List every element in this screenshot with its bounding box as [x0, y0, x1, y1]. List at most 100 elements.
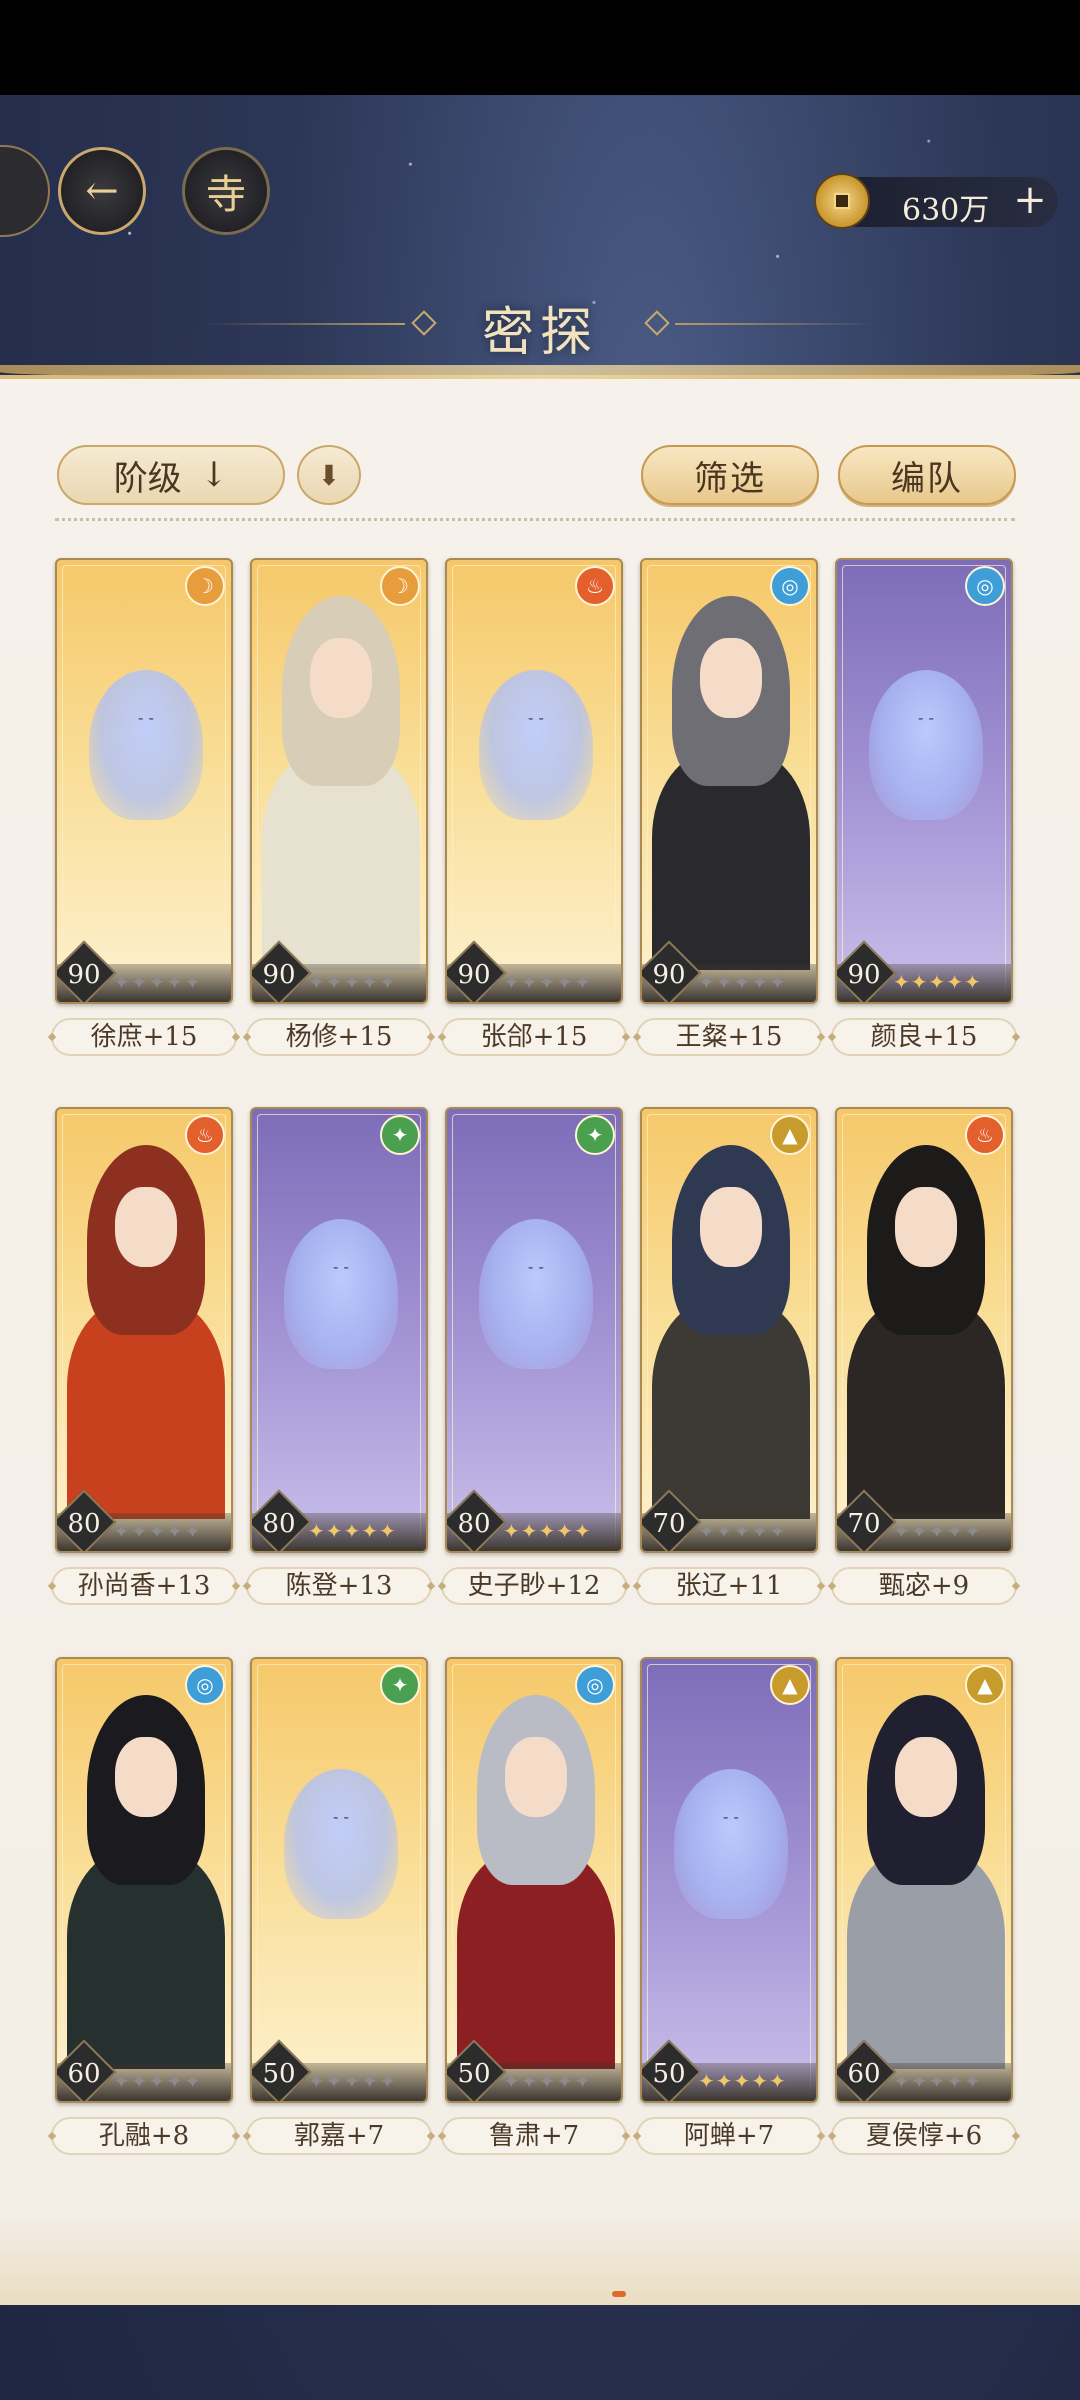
earth-element-icon: ▲	[965, 1665, 1005, 1705]
panel-bottom-decoration	[0, 2215, 1080, 2305]
sort-by-rank-button[interactable]: 阶级 ↓	[57, 445, 285, 505]
team-button[interactable]: 编队	[838, 445, 1016, 505]
character-name: 郭嘉+7	[246, 2117, 432, 2155]
water-element-icon: ◎	[770, 566, 810, 606]
water-element-icon: ◎	[575, 1665, 615, 1705]
back-button[interactable]: ←	[58, 147, 146, 235]
character-name: 夏侯惇+6	[831, 2117, 1017, 2155]
star-rating: ✦✦✦✦✦	[698, 2069, 787, 2093]
star-rating: ✦✦✦✦✦	[698, 970, 787, 994]
fire-element-icon: ♨	[965, 1115, 1005, 1155]
character-card[interactable]: ◎ 90 ✦✦✦✦✦	[640, 558, 818, 1004]
level-value: 80	[262, 1509, 296, 1539]
sort-order-toggle[interactable]: ⬇	[297, 445, 361, 505]
character-card[interactable]: ◎ 50 ✦✦✦✦✦	[445, 1657, 623, 2103]
star-rating: ✦✦✦✦✦	[503, 970, 592, 994]
level-value: 70	[652, 1509, 686, 1539]
character-card[interactable]: ☽ 90 ✦✦✦✦✦	[250, 558, 428, 1004]
page-indicator	[612, 2291, 626, 2297]
level-value: 80	[67, 1509, 101, 1539]
character-name: 孔融+8	[51, 2117, 237, 2155]
star-rating: ✦✦✦✦✦	[503, 2069, 592, 2093]
locked-silhouette	[89, 670, 203, 820]
arrow-down-icon: ↓	[199, 455, 229, 495]
character-portrait	[57, 1109, 231, 1519]
level-value: 50	[262, 2059, 296, 2089]
chevron-down-icon: ⬇	[317, 458, 341, 492]
star-rating: ✦✦✦✦✦	[308, 970, 397, 994]
level-value: 60	[67, 2059, 101, 2089]
character-card[interactable]: ♨ 80 ✦✦✦✦✦	[55, 1107, 233, 1553]
status-bar	[0, 0, 1080, 95]
currency-display: 630万 +	[814, 173, 1058, 229]
character-card[interactable]: ☽ 90 ✦✦✦✦✦	[55, 558, 233, 1004]
character-card[interactable]: ♨ 70 ✦✦✦✦✦	[835, 1107, 1013, 1553]
fire-element-icon: ♨	[185, 1115, 225, 1155]
wind-element-icon: ✦	[380, 1665, 420, 1705]
character-card[interactable]: ▲ 60 ✦✦✦✦✦	[835, 1657, 1013, 2103]
level-value: 90	[262, 960, 296, 990]
screen-scene: ← 寺 630万 + 密探 阶级 ↓ ⬇ 筛选 编队 ☽ 90 ✦✦✦✦✦ 徐庶+15…	[0, 95, 1080, 2400]
star-rating: ✦✦✦✦✦	[308, 2069, 397, 2093]
character-name: 甄宓+9	[831, 1567, 1017, 1605]
earth-element-icon: ▲	[770, 1665, 810, 1705]
character-name: 鲁肃+7	[441, 2117, 627, 2155]
character-card[interactable]: ◎ 60 ✦✦✦✦✦	[55, 1657, 233, 2103]
level-value: 50	[457, 2059, 491, 2089]
character-card[interactable]: ▲ 70 ✦✦✦✦✦	[640, 1107, 818, 1553]
sort-label: 阶级	[113, 458, 182, 499]
character-name: 阿蝉+7	[636, 2117, 822, 2155]
character-card[interactable]: ✦ 50 ✦✦✦✦✦	[250, 1657, 428, 2103]
star-rating: ✦✦✦✦✦	[893, 970, 982, 994]
pavilion-icon: 寺	[206, 172, 246, 218]
star-rating: ✦✦✦✦✦	[893, 2069, 982, 2093]
character-portrait	[642, 560, 816, 970]
character-card[interactable]: ◎ 90 ✦✦✦✦✦	[835, 558, 1013, 1004]
level-value: 90	[457, 960, 491, 990]
locked-silhouette	[284, 1769, 398, 1919]
water-element-icon: ◎	[965, 566, 1005, 606]
level-value: 50	[652, 2059, 686, 2089]
star-rating: ✦✦✦✦✦	[503, 1519, 592, 1543]
wind-element-icon: ✦	[380, 1115, 420, 1155]
coin-icon	[814, 173, 870, 229]
character-card[interactable]: ♨ 90 ✦✦✦✦✦	[445, 558, 623, 1004]
level-value: 90	[67, 960, 101, 990]
level-value: 90	[652, 960, 686, 990]
level-value: 60	[847, 2059, 881, 2089]
character-card[interactable]: ✦ 80 ✦✦✦✦✦	[445, 1107, 623, 1553]
page-title: 密探	[481, 303, 598, 363]
character-name: 颜良+15	[831, 1018, 1017, 1056]
character-name: 张辽+11	[636, 1567, 822, 1605]
character-portrait	[837, 1659, 1011, 2069]
star-rating: ✦✦✦✦✦	[113, 1519, 202, 1543]
locked-silhouette	[674, 1769, 788, 1919]
character-name: 史子眇+12	[441, 1567, 627, 1605]
add-currency-button[interactable]: +	[1010, 177, 1050, 223]
star-rating: ✦✦✦✦✦	[113, 2069, 202, 2093]
home-button[interactable]: 寺	[182, 147, 270, 235]
character-portrait	[642, 1109, 816, 1519]
character-portrait	[252, 560, 426, 970]
character-name: 陈登+13	[246, 1567, 432, 1605]
title-ornament-right	[675, 323, 875, 325]
character-name: 徐庶+15	[51, 1018, 237, 1056]
level-value: 70	[847, 1509, 881, 1539]
character-card[interactable]: ✦ 80 ✦✦✦✦✦	[250, 1107, 428, 1553]
filter-button[interactable]: 筛选	[641, 445, 819, 505]
character-name: 孙尚香+13	[51, 1567, 237, 1605]
locked-silhouette	[869, 670, 983, 820]
locked-silhouette	[479, 670, 593, 820]
locked-silhouette	[479, 1219, 593, 1369]
character-name: 杨修+15	[246, 1018, 432, 1056]
star-rating: ✦✦✦✦✦	[893, 1519, 982, 1543]
character-portrait	[57, 1659, 231, 2069]
star-rating: ✦✦✦✦✦	[113, 970, 202, 994]
wind-element-icon: ✦	[575, 1115, 615, 1155]
character-card[interactable]: ▲ 50 ✦✦✦✦✦	[640, 1657, 818, 2103]
character-name: 张郃+15	[441, 1018, 627, 1056]
character-name: 王粲+15	[636, 1018, 822, 1056]
level-value: 90	[847, 960, 881, 990]
star-rating: ✦✦✦✦✦	[308, 1519, 397, 1543]
fire-element-icon: ♨	[575, 566, 615, 606]
